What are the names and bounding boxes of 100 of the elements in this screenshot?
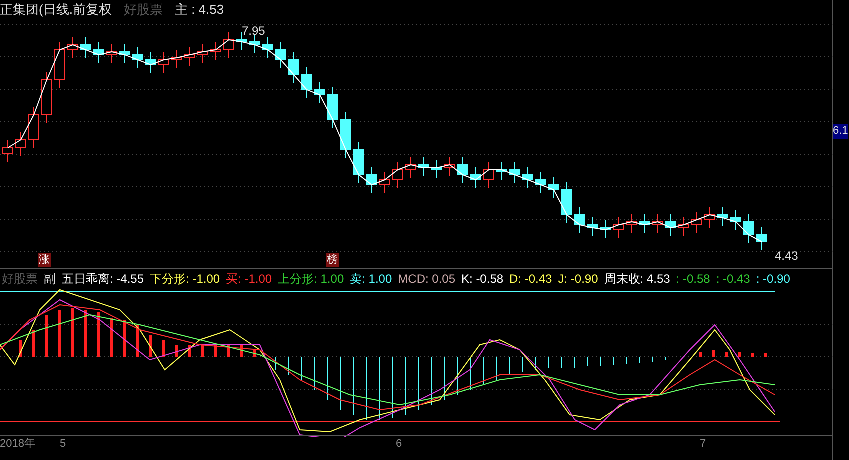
time-axis-label: 6 xyxy=(396,438,402,451)
indicator-bar xyxy=(214,345,217,357)
indicator-bar xyxy=(405,357,406,415)
candlestick xyxy=(366,166,378,194)
indicator-bar xyxy=(288,357,290,375)
time-axis-label: 7 xyxy=(700,438,706,451)
indicator-bar xyxy=(340,357,342,410)
indicator-bar xyxy=(71,308,74,357)
candlestick xyxy=(536,172,546,194)
candlestick xyxy=(704,206,716,228)
candlestick xyxy=(288,52,300,84)
candlestick xyxy=(42,72,52,124)
signal-marker: 涨 xyxy=(38,253,51,267)
high-price-label: 7.95 xyxy=(242,23,266,40)
candlestick xyxy=(496,162,508,180)
candlestick xyxy=(2,140,14,162)
indicator-bar xyxy=(123,320,126,357)
indicator-bar xyxy=(712,350,715,357)
candlestick xyxy=(548,176,560,198)
candlestick xyxy=(106,44,118,64)
indicator-bar xyxy=(97,312,100,357)
candlestick xyxy=(522,166,534,188)
candlestick xyxy=(392,162,404,188)
indicator-value: 买: -1.00 xyxy=(226,271,272,288)
candlestick xyxy=(380,172,390,194)
indicator-bar xyxy=(574,357,576,368)
indicator-value: 周末收: 4.53 xyxy=(604,271,670,288)
indicator-label: 副 xyxy=(44,271,56,288)
candlestick xyxy=(158,52,170,74)
indicator-bar xyxy=(665,357,666,360)
indicator-bar xyxy=(699,352,702,357)
candlestick xyxy=(458,156,468,184)
indicator-bar xyxy=(314,357,316,390)
candlestick xyxy=(262,36,274,58)
indicator-bar xyxy=(548,357,550,368)
indicator-bar xyxy=(613,357,614,365)
candlestick xyxy=(678,216,690,236)
candlestick xyxy=(626,214,638,234)
indicator-bar xyxy=(392,357,394,418)
indicator-value: : -0.90 xyxy=(756,271,790,288)
indicator-bar xyxy=(725,352,728,357)
time-axis-label: 2018年 xyxy=(0,438,36,451)
indicator-bar xyxy=(366,357,368,420)
indicator-bar xyxy=(764,353,767,357)
indicator-bar xyxy=(201,345,204,357)
indicator-value: D: -0.43 xyxy=(510,271,552,288)
indicator-bar xyxy=(110,318,113,357)
candlestick xyxy=(432,160,442,178)
candlestick xyxy=(756,226,768,250)
indicator-bar xyxy=(240,345,243,357)
candlestick xyxy=(730,210,742,230)
indicator-value: K: -0.58 xyxy=(462,271,504,288)
candlestick xyxy=(652,214,664,234)
indicator-bar xyxy=(353,357,354,415)
candlestick xyxy=(54,42,66,88)
indicator-bar xyxy=(509,357,510,375)
indicator-bar xyxy=(301,357,302,380)
indicator-bar xyxy=(275,357,276,370)
candlestick xyxy=(68,36,78,58)
indicator-value: 卖: 1.00 xyxy=(350,271,392,288)
indicator-bar xyxy=(175,345,178,357)
candlestick xyxy=(120,44,130,64)
candlestick xyxy=(600,220,612,238)
main-label: 主 : 4.53 xyxy=(174,1,224,20)
candlestick xyxy=(184,46,196,66)
candlestick xyxy=(418,156,430,176)
indicator-bar xyxy=(162,340,165,357)
candlestick xyxy=(302,66,312,98)
candlestick xyxy=(328,86,338,128)
candlestick xyxy=(94,42,104,64)
indicator-bar xyxy=(431,357,432,405)
candlestick xyxy=(470,166,482,188)
indicator-bar xyxy=(522,357,524,372)
candlestick xyxy=(250,34,260,54)
candlestick xyxy=(744,214,754,244)
indicator-bar xyxy=(483,357,484,385)
candlestick xyxy=(574,206,586,234)
candlestick xyxy=(444,156,456,176)
indicator-bar xyxy=(626,357,628,364)
indicator-tag: 好股票 xyxy=(2,270,38,288)
candlestick xyxy=(640,214,650,234)
indicator-bar xyxy=(535,357,536,370)
candlestick xyxy=(224,32,234,58)
candlestick xyxy=(210,42,222,60)
candlestick xyxy=(340,112,352,158)
candlestick xyxy=(354,142,364,184)
candlestick xyxy=(588,216,598,236)
indicator-value: MCD: 0.05 xyxy=(398,271,456,288)
low-price-label: 4.43 xyxy=(775,248,798,265)
indicator-bar xyxy=(32,330,35,357)
candlestick xyxy=(484,162,494,188)
indicator-bar xyxy=(58,310,61,357)
chart-tag: 好股票 xyxy=(124,0,163,20)
indicator-bar xyxy=(652,357,654,362)
indicator-bar xyxy=(188,345,191,357)
indicator-bar xyxy=(496,357,498,380)
candlestick xyxy=(146,52,156,74)
indicator-bar xyxy=(136,325,139,357)
candlestick xyxy=(406,156,416,178)
indicator-bar xyxy=(327,357,328,400)
